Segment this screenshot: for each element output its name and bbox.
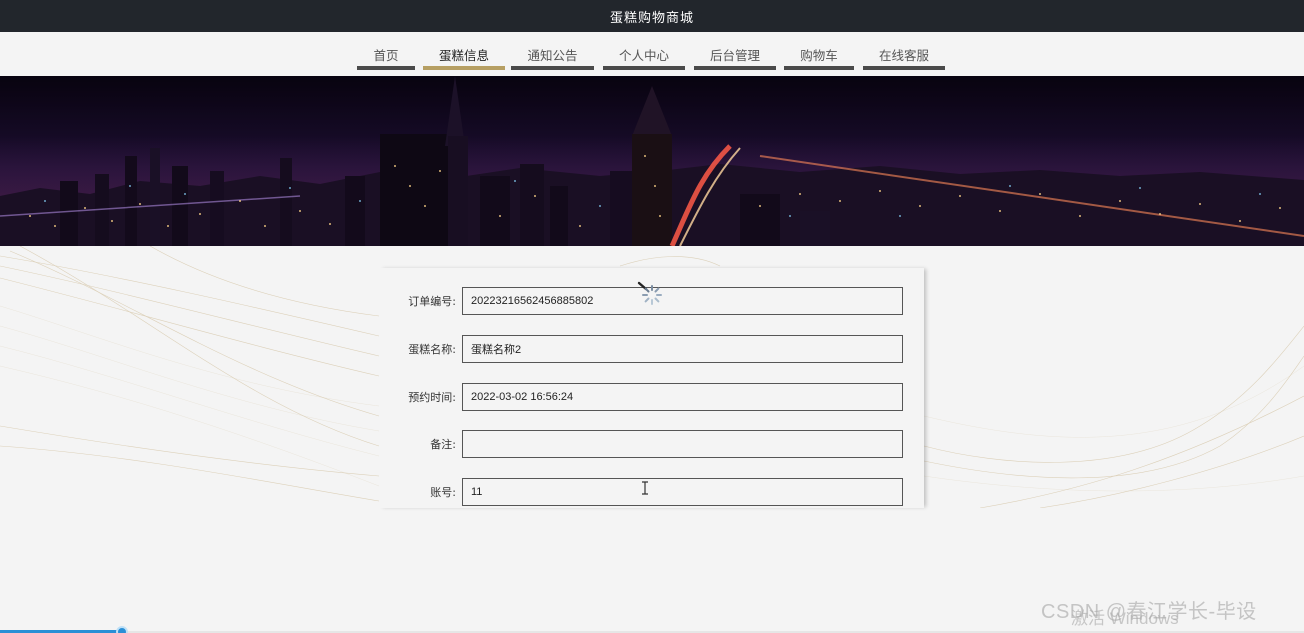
nav-item-cart[interactable]: 购物车: [784, 32, 854, 70]
cake-name-label: 蛋糕名称:: [408, 343, 456, 356]
nav-item-personal-center[interactable]: 个人中心: [603, 32, 685, 70]
text-cursor-icon: [642, 481, 648, 495]
order-no-label: 订单编号:: [408, 295, 456, 308]
nav-item-label: 首页: [373, 48, 399, 63]
nav-item-home[interactable]: 首页: [357, 32, 415, 70]
loading-spinner-icon: [637, 281, 662, 305]
reserve-time-field[interactable]: 2022-03-02 16:56:24: [462, 383, 903, 411]
form-row-remark: 备注:: [379, 430, 924, 458]
form-row-cake-name: 蛋糕名称: 蛋糕名称2: [379, 335, 924, 363]
nav-item-cake-info[interactable]: 蛋糕信息: [423, 32, 505, 70]
reserve-time-label: 预约时间:: [408, 391, 456, 404]
nav-item-online-service[interactable]: 在线客服: [863, 32, 945, 70]
order-no-field[interactable]: 20223216562456885802: [462, 287, 903, 315]
remark-label: 备注:: [430, 438, 456, 451]
nav-item-label: 个人中心: [618, 48, 669, 63]
remark-field[interactable]: [462, 430, 903, 458]
nav-item-label: 在线客服: [878, 48, 929, 63]
nav-item-announcements[interactable]: 通知公告: [511, 32, 594, 70]
cake-name-field[interactable]: 蛋糕名称2: [462, 335, 903, 363]
form-row-account: 账号: 11: [379, 478, 924, 506]
nav-item-label: 后台管理: [709, 48, 760, 63]
csdn-watermark: CSDN @春江学长-毕设: [1041, 601, 1257, 623]
nav-item-admin[interactable]: 后台管理: [694, 32, 776, 70]
account-field[interactable]: 11: [462, 478, 903, 506]
site-title: 蛋糕购物商城: [609, 10, 694, 26]
city-banner-image: [0, 76, 1304, 246]
nav-item-label: 通知公告: [527, 48, 578, 63]
main-nav: 首页 蛋糕信息 通知公告 个人中心 后台管理 购物车 在线客服: [0, 32, 1304, 76]
form-row-reserve-time: 预约时间: 2022-03-02 16:56:24: [379, 383, 924, 411]
nav-item-label: 购物车: [800, 48, 838, 63]
top-header-bar: 蛋糕购物商城: [0, 0, 1304, 32]
account-label: 账号:: [430, 486, 456, 499]
progress-knob[interactable]: [116, 626, 128, 633]
city-skyline-graphic: [0, 76, 1304, 246]
nav-item-label: 蛋糕信息: [438, 48, 489, 63]
